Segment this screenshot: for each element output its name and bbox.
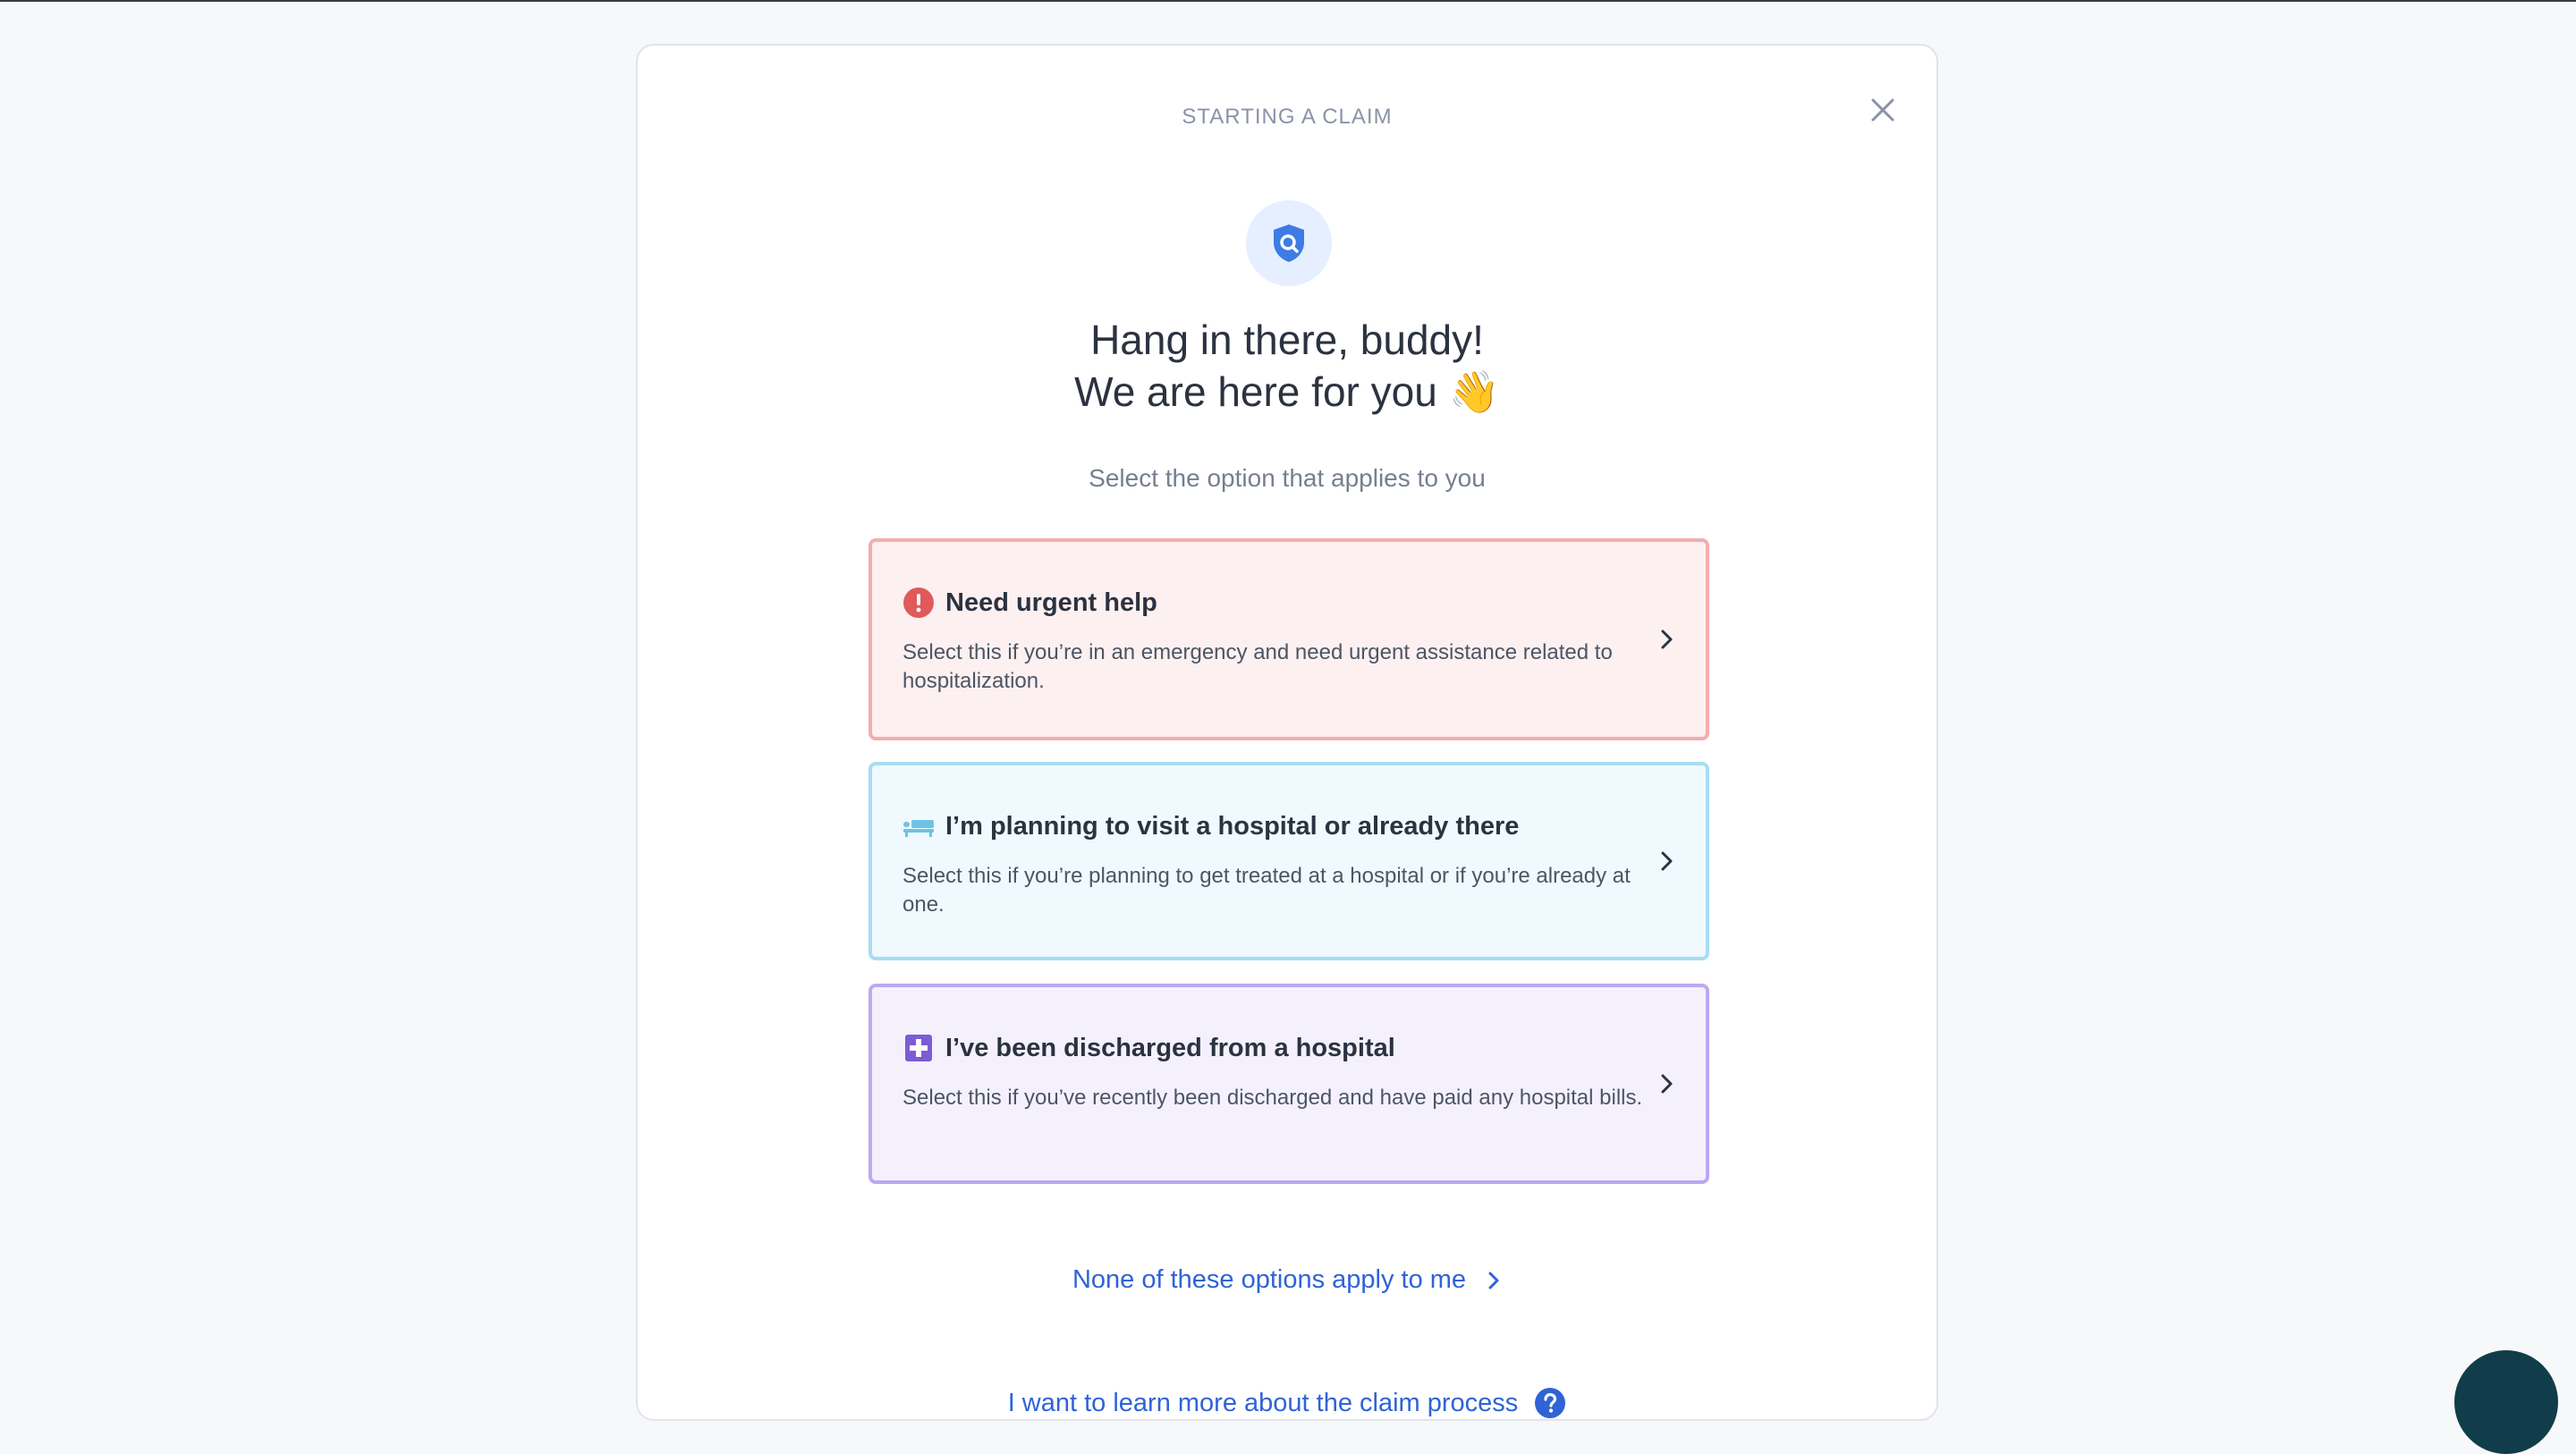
close-button[interactable]	[1865, 92, 1901, 128]
waving-hand-emoji: 👋	[1448, 368, 1500, 415]
chevron-right-icon	[1661, 1074, 1673, 1094]
shield-search-icon	[1246, 200, 1332, 286]
headline-line-1: Hang in there, buddy!	[1090, 317, 1484, 363]
help-question-icon	[1534, 1387, 1566, 1419]
chevron-right-icon	[1486, 1271, 1502, 1290]
option-description: Select this if you’re planning to get tr…	[902, 864, 1631, 917]
close-icon	[1871, 98, 1894, 122]
hospital-bed-icon	[902, 810, 935, 842]
subtitle: Select the option that applies to you	[1089, 464, 1486, 492]
none-apply-link[interactable]: None of these options apply to me	[638, 1265, 1936, 1295]
option-discharged-from-hospital[interactable]: I’ve been discharged from a hospital Sel…	[869, 984, 1709, 1184]
top-border	[0, 0, 2576, 2]
headline: Hang in there, buddy! We are here for yo…	[638, 314, 1936, 418]
option-title: Need urgent help	[902, 587, 1157, 619]
claim-modal: STARTING A CLAIM Hang in there, buddy! W…	[636, 44, 1938, 1421]
option-description: Select this if you’re in an emergency an…	[902, 640, 1613, 693]
option-need-urgent-help[interactable]: Need urgent help Select this if you’re i…	[869, 538, 1709, 740]
learn-more-link[interactable]: I want to learn more about the claim pro…	[638, 1387, 1936, 1419]
headline-line-2: We are here for you 👋	[1074, 368, 1500, 415]
chevron-right-icon	[1661, 851, 1673, 871]
option-description: Select this if you’ve recently been disc…	[902, 1086, 1643, 1110]
option-title: I’m planning to visit a hospital or alre…	[902, 810, 1519, 842]
modal-kicker: STARTING A CLAIM	[1182, 105, 1393, 129]
option-title: I’ve been discharged from a hospital	[902, 1032, 1395, 1064]
option-planning-hospital-visit[interactable]: I’m planning to visit a hospital or alre…	[869, 762, 1709, 960]
medical-cross-icon	[902, 1032, 935, 1064]
alert-circle-icon	[902, 587, 935, 619]
chevron-right-icon	[1661, 630, 1673, 649]
chat-widget-button[interactable]	[2454, 1350, 2558, 1454]
